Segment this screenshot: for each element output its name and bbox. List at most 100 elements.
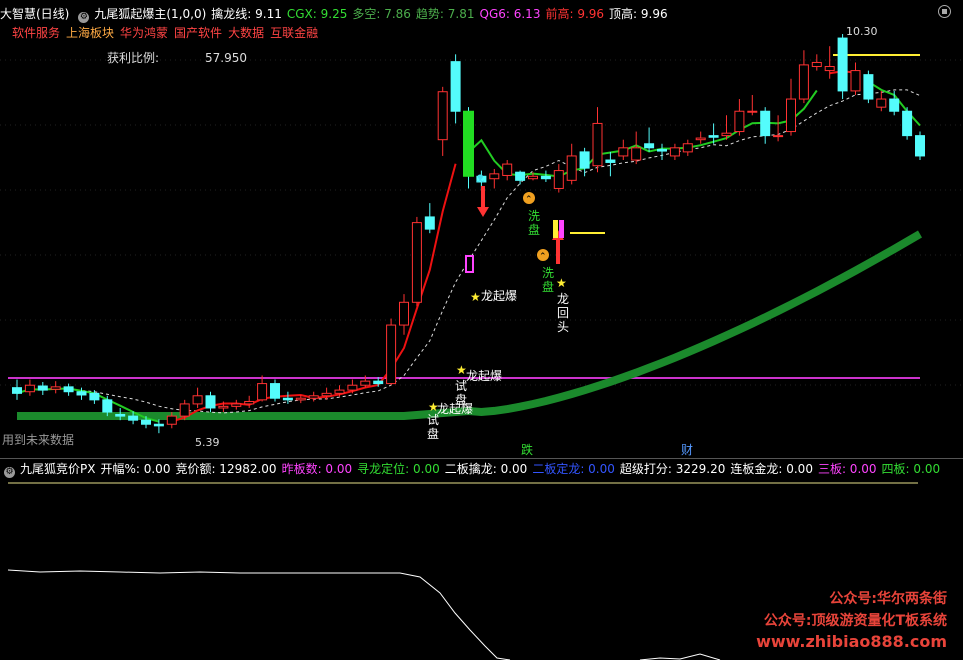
candle-body [463, 110, 474, 177]
signal-star: ★ [556, 276, 567, 290]
candle-body [308, 395, 319, 399]
candle-body [115, 413, 126, 417]
candle-body [618, 147, 629, 157]
candle-body [411, 222, 422, 303]
signal-xipan: 盘 [528, 222, 540, 237]
candle-body [915, 135, 925, 157]
signal-longhuitou: 头 [557, 320, 569, 334]
signal-die: 跌 [521, 442, 533, 457]
candle-body [760, 110, 771, 137]
lower-value-9: 四板: 0.00 [881, 462, 941, 476]
candle-body [89, 392, 100, 401]
candle-body [902, 110, 913, 137]
lower-indicator-header: ⚙ 九尾狐竞价PX 开幅%: 0.00 竞价额: 12982.00 昨板数: 0.00 寻… [0, 461, 950, 478]
signal-xipan: 盘 [542, 279, 554, 294]
lower-value-4: 二板擒龙: 0.00 [444, 462, 528, 476]
candle-body [669, 147, 680, 157]
candle-body [24, 384, 35, 393]
pane-divider[interactable] [0, 458, 963, 459]
period-low-label: 5.39 [195, 436, 220, 449]
signal-box [553, 220, 558, 238]
signal-shipan: 盘 [427, 426, 439, 441]
lower-value-1: 竞价额: 12982.00 [175, 462, 277, 476]
candle-body [373, 380, 384, 385]
down-arrow-icon [477, 207, 489, 217]
candle-body [682, 143, 693, 153]
profit-ratio-label: 获利比例: [107, 51, 159, 65]
candle-body [282, 397, 293, 401]
down-arrow-icon [481, 186, 485, 210]
lower-indicator-title[interactable]: 九尾狐竞价PX [20, 462, 95, 476]
candle-body [50, 386, 61, 390]
settings-gear-icon[interactable]: ⚙ [4, 467, 15, 478]
candle-body [295, 397, 306, 401]
candle-body [399, 301, 409, 326]
candle-body [231, 403, 242, 407]
candle-body [63, 386, 74, 393]
candle-body [605, 159, 616, 163]
candle-body [786, 98, 796, 133]
up-arrow-icon [556, 240, 560, 264]
signal-longqibao: 龙起爆 [466, 369, 502, 383]
candle-body [102, 399, 113, 413]
candle-body [515, 171, 526, 181]
lower-indicator-values: 开幅%: 0.00 竞价额: 12982.00 昨板数: 0.00 寻龙定位: 0.0… [100, 462, 945, 476]
candle-body [166, 415, 177, 425]
candle-body [811, 61, 822, 68]
candle-body [257, 383, 268, 401]
lower-value-8: 三板: 0.00 [817, 462, 877, 476]
signal-shipan: 盘 [455, 392, 467, 407]
period-high-label: 10.30 [846, 25, 878, 38]
signal-longhuitou: 龙 [557, 292, 569, 306]
candle-body [747, 110, 758, 113]
butterfly-icon: ᴥ [476, 170, 485, 186]
signal-xipan: 洗 [528, 209, 540, 223]
watermark-line-2: 公众号:顶级游资量化T板系统 [763, 613, 947, 629]
candle-body [837, 37, 848, 92]
lower-value-5: 二板定龙: 0.00 [532, 462, 615, 476]
wash-marker-icon: ⌃ [539, 252, 547, 262]
candle-body [205, 395, 216, 409]
signal-xipan: 洗 [542, 266, 554, 280]
signal-longhuitou: 回 [557, 306, 569, 320]
candle-body [863, 74, 874, 100]
candle-body [76, 391, 87, 396]
candle-body [321, 392, 332, 397]
wash-marker-icon: ⌃ [525, 195, 533, 205]
candle-body [773, 135, 784, 138]
watermark-line-3: www.zhibiao888.com [756, 632, 947, 651]
sub-indicator-line [639, 653, 721, 660]
candle-body [347, 384, 358, 391]
signal-longqibao: 龙起爆 [481, 289, 517, 303]
signal-box [559, 220, 564, 238]
candle-body [850, 70, 861, 92]
sub-indicator-line [7, 569, 511, 660]
profit-ratio-value: 57.950 [205, 51, 247, 65]
candle-body [437, 91, 448, 141]
candle-body [540, 175, 551, 180]
candle-body [270, 383, 280, 399]
candle-body [360, 380, 371, 386]
candle-body [824, 66, 835, 72]
candle-body [128, 415, 139, 421]
candle-body [657, 148, 667, 152]
candle-body [153, 423, 164, 427]
candle-body [876, 98, 887, 108]
lower-value-0: 开幅%: 0.00 [100, 462, 171, 476]
candle-body [450, 61, 461, 112]
candle-body [695, 137, 706, 141]
candle-body [334, 389, 345, 394]
candle-body [798, 64, 809, 100]
candle-body [708, 135, 719, 138]
candle-body [889, 98, 900, 112]
candle-body [244, 400, 255, 405]
signal-shipan: 试 [427, 412, 439, 427]
candle-body [489, 173, 500, 180]
signal-star: ★ [470, 290, 481, 304]
candlestick-chart[interactable]: 获利比例: 57.950用到未来数据10.305.39★ 龙起爆★ 龙起爆★龙起爆试盘… [0, 0, 963, 460]
candle-body [12, 387, 22, 394]
lower-value-2: 昨板数: 0.00 [281, 462, 353, 476]
candle-body [644, 143, 655, 149]
candle-body [566, 155, 577, 181]
signal-box [465, 255, 474, 273]
